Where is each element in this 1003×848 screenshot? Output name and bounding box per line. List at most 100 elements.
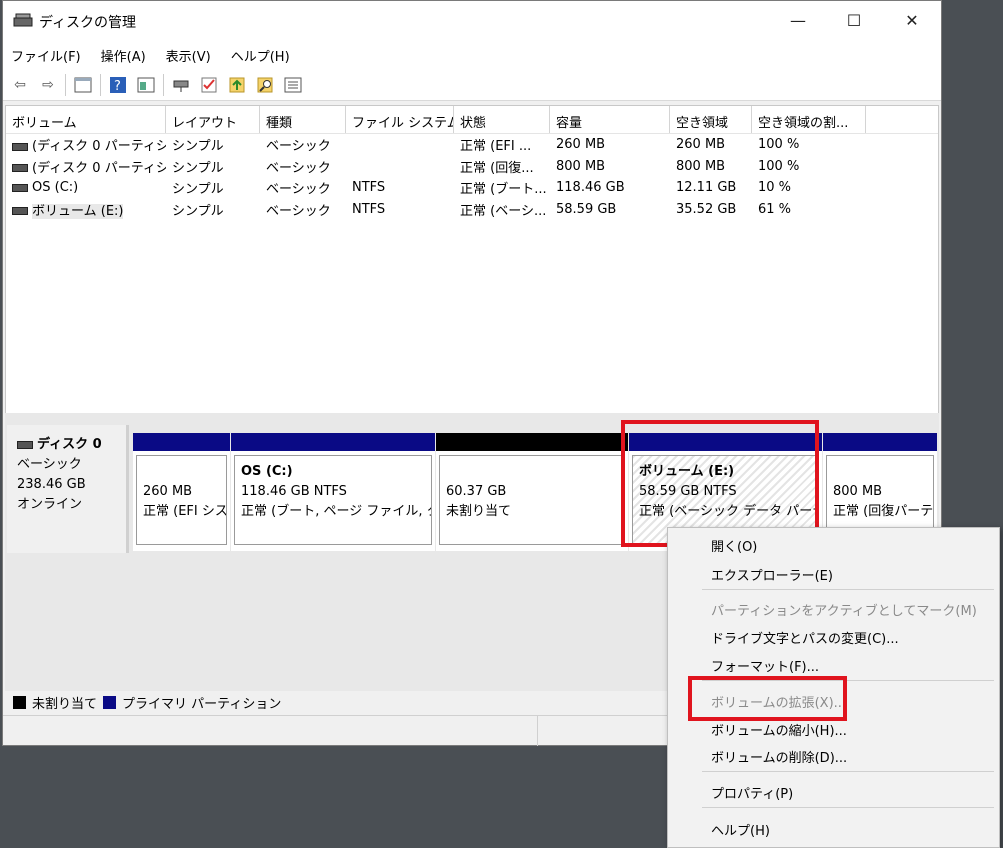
maximize-button[interactable]: ☐ [839, 9, 869, 33]
table-row[interactable]: (ディスク 0 パーティショ... シンプル ベーシック 正常 (EFI ...… [6, 134, 938, 156]
disk-type: ベーシック [17, 457, 82, 472]
cell-filesystem: NTFS [352, 201, 386, 217]
toolbar-divider [100, 73, 101, 96]
check-icon[interactable] [198, 74, 220, 96]
partition-bar [133, 433, 230, 451]
menu-separator [702, 807, 994, 808]
cell-capacity: 58.59 GB [556, 201, 617, 217]
disk-management-icon [13, 13, 33, 27]
table-row[interactable]: (ディスク 0 パーティショ... シンプル ベーシック 正常 (回復... 8… [6, 156, 938, 178]
upload-icon[interactable] [226, 74, 248, 96]
cell-volume: (ディスク 0 パーティショ... [32, 160, 166, 176]
disk-icon [17, 440, 33, 449]
menu-item-properties[interactable]: プロパティ(P) [711, 783, 793, 802]
toolbar-divider [65, 73, 66, 96]
table-row[interactable]: OS (C:) シンプル ベーシック NTFS 正常 (ブート... 118.4… [6, 177, 938, 199]
minimize-button[interactable]: — [783, 9, 813, 33]
legend-primary-swatch [103, 696, 117, 709]
column-percent-free[interactable]: 空き領域の割... [752, 106, 866, 133]
menu-help[interactable]: ヘルプ(H) [231, 46, 290, 65]
column-status[interactable]: 状態 [454, 106, 550, 133]
menu-file[interactable]: ファイル(F) [11, 46, 81, 65]
column-filesystem[interactable]: ファイル システム [346, 106, 454, 133]
cell-percent-free: 61 % [758, 201, 792, 217]
partition-os-c[interactable]: OS (C:) 118.46 GB NTFS 正常 (ブート, ページ ファイル… [231, 433, 435, 551]
drive-icon [12, 164, 28, 173]
cell-free-space: 260 MB [676, 137, 726, 153]
close-button[interactable]: ✕ [897, 9, 927, 33]
partition-bar [823, 433, 937, 451]
partition-title: OS (C:) [241, 464, 293, 479]
menu-item-explorer[interactable]: エクスプローラー(E) [711, 565, 833, 584]
menu-bar: ファイル(F) 操作(A) 表示(V) ヘルプ(H) [3, 41, 941, 69]
partition-unallocated[interactable]: 60.37 GB 未割り当て [436, 433, 628, 551]
window-title: ディスクの管理 [39, 15, 137, 31]
menu-separator [702, 589, 994, 590]
cell-volume: (ディスク 0 パーティショ... [32, 139, 166, 155]
partition-size: 260 MB [143, 484, 193, 499]
cell-capacity: 260 MB [556, 137, 606, 153]
connect-icon[interactable] [170, 74, 192, 96]
disk-info[interactable]: ディスク 0 ベーシック 238.46 GB オンライン [7, 425, 129, 553]
search-icon[interactable] [254, 74, 276, 96]
list-icon[interactable] [282, 74, 304, 96]
cell-type: ベーシック [266, 203, 331, 219]
column-capacity[interactable]: 容量 [550, 106, 670, 133]
partition-title [833, 462, 933, 482]
cell-free-space: 35.52 GB [676, 201, 737, 217]
disk-size: 238.46 GB [17, 477, 86, 492]
menu-item-change-drive-letter[interactable]: ドライブ文字とパスの変更(C)... [711, 628, 899, 647]
partition-bar [231, 433, 435, 451]
disk-status: オンライン [17, 497, 83, 512]
menu-separator [702, 771, 994, 772]
cell-layout: シンプル [172, 203, 224, 219]
column-layout[interactable]: レイアウト [166, 106, 260, 133]
legend-primary-label: プライマリ パーティション [122, 697, 282, 712]
volume-list-header: ボリューム レイアウト 種類 ファイル システム 状態 容量 空き領域 空き領域… [6, 106, 938, 134]
drive-icon [12, 183, 28, 192]
legend: 未割り当て プライマリ パーティション [13, 693, 281, 712]
drive-icon [12, 142, 28, 151]
title-bar: ディスクの管理 — ☐ ✕ [3, 1, 941, 41]
cell-type: ベーシック [266, 182, 331, 198]
view-icon[interactable] [72, 74, 94, 96]
help-icon[interactable]: ? [107, 74, 129, 96]
table-row[interactable]: ボリューム (E:) シンプル ベーシック NTFS 正常 (ベーシ... 58… [6, 199, 938, 221]
cell-layout: シンプル [172, 139, 224, 155]
partition-size: 118.46 GB NTFS [241, 484, 347, 499]
menu-item-shrink-volume[interactable]: ボリュームの縮小(H)... [711, 720, 847, 739]
menu-item-help[interactable]: ヘルプ(H) [711, 820, 770, 839]
drive-icon [12, 207, 28, 216]
menu-item-mark-active[interactable]: パーティションをアクティブとしてマーク(M) [711, 600, 977, 619]
cell-status: 正常 (回復... [460, 160, 534, 176]
menu-item-delete-volume[interactable]: ボリュームの削除(D)... [711, 747, 847, 766]
cell-capacity: 118.46 GB [556, 180, 625, 196]
legend-unallocated-label: 未割り当て [32, 697, 98, 712]
partition-status: 正常 (回復パーテ [833, 504, 934, 519]
cell-volume: ボリューム (E:) [32, 203, 124, 219]
menu-item-format[interactable]: フォーマット(F)... [711, 656, 819, 675]
partition-status: 未割り当て [446, 504, 512, 519]
partition-efi[interactable]: 260 MB 正常 (EFI シス [133, 433, 230, 551]
cell-percent-free: 100 % [758, 158, 800, 174]
svg-text:?: ? [114, 79, 121, 94]
column-free-space[interactable]: 空き領域 [670, 106, 752, 133]
back-icon[interactable]: ⇦ [9, 74, 31, 96]
cell-capacity: 800 MB [556, 158, 606, 174]
column-volume[interactable]: ボリューム [6, 106, 166, 133]
status-divider [537, 716, 538, 746]
column-type[interactable]: 種類 [260, 106, 346, 133]
menu-view[interactable]: 表示(V) [166, 46, 211, 65]
forward-icon[interactable]: ⇨ [37, 74, 59, 96]
highlight-extend-volume [688, 676, 847, 721]
properties-icon[interactable] [135, 74, 157, 96]
partition-status: 正常 (EFI シス [143, 504, 227, 519]
volume-list: ボリューム レイアウト 種類 ファイル システム 状態 容量 空き領域 空き領域… [5, 105, 939, 417]
partition-size: 60.37 GB [446, 484, 507, 499]
legend-unallocated-swatch [13, 696, 26, 709]
partition-status: 正常 (ブート, ページ ファイル, クラッ [241, 504, 431, 519]
menu-item-open[interactable]: 開く(O) [711, 536, 757, 555]
toolbar-divider [163, 73, 164, 96]
partition-size: 800 MB [833, 484, 883, 499]
menu-action[interactable]: 操作(A) [101, 46, 146, 65]
